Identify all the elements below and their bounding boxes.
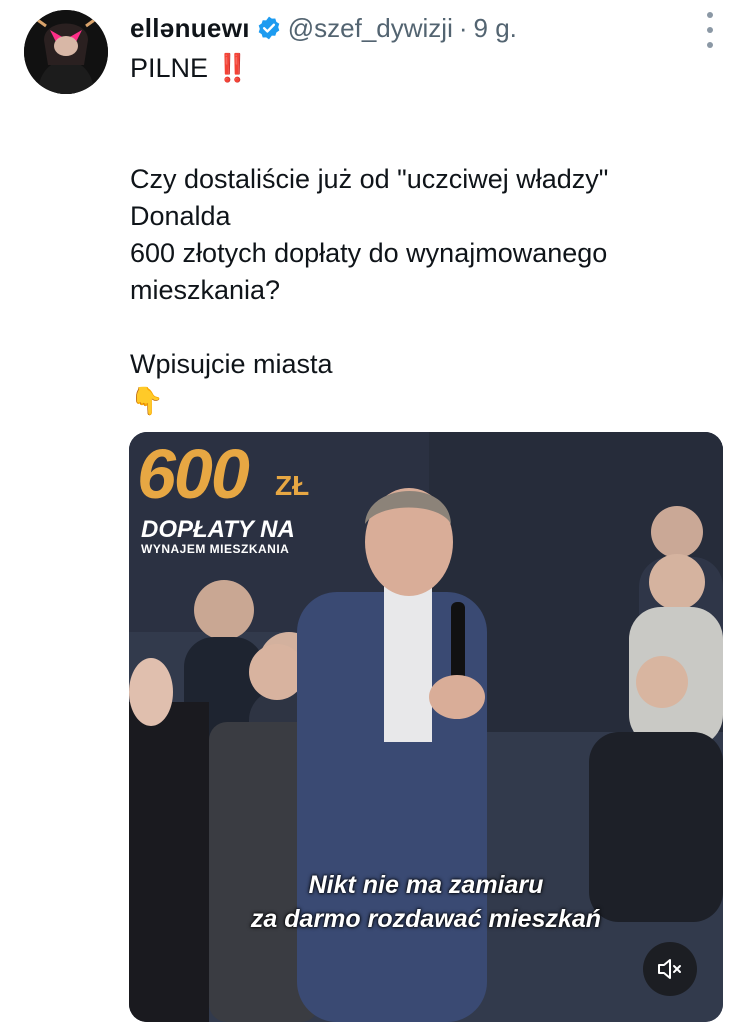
overlay-currency: ZŁ [275,470,310,501]
tweet-text-line: Wpisujcie miasta [130,349,333,379]
tweet-text: PILNE ‼️ Czy dostaliście już od "uczciwe… [130,50,730,420]
more-options-icon[interactable] [704,12,716,48]
tweet-text-blank-line [130,309,730,346]
overlay-headline: DOPŁATY NA [141,516,295,543]
tweet-text-line: mieszkania? [130,275,281,305]
avatar-image [24,10,108,94]
author-avatar[interactable] [24,10,108,94]
tweet-timestamp[interactable]: 9 g. [474,13,517,44]
tweet-text-line: Donalda [130,201,231,231]
subtitle-line-2: za darmo rozdawać mieszkań [250,905,602,933]
tweet-text-line: Czy dostaliście już od "uczciwej władzy" [130,164,609,194]
overlay-subheadline: WYNAJEM MIESZKANIA [141,542,290,556]
speaker-muted-icon [658,959,681,979]
mute-toggle-button[interactable] [643,942,697,996]
verified-badge-icon [258,16,280,40]
tweet-text-line: PILNE ‼️ [130,53,250,83]
tweet-text-line: 600 złotych dopłaty do wynajmowanego [130,238,608,268]
video-subtitle: Nikt nie ma zamiaru za darmo rozdawać mi… [129,868,723,936]
tweet-text-blank-line [130,87,730,124]
tweet-header: ellənuewı @szef_dywizji · 9 g. [130,8,728,48]
author-handle[interactable]: @szef_dywizji [288,13,453,44]
overlay-amount: 600 [137,435,250,513]
down-pointing-hand-emoji: 👇 [130,386,164,416]
header-separator: · [458,12,468,43]
author-display-name[interactable]: ellənuewı [130,13,250,44]
video-player[interactable]: 600 ZŁ DOPŁATY NA WYNAJEM MIESZKANIA Nik… [129,432,723,1022]
tweet-text-blank-line [130,124,730,161]
subtitle-line-1: Nikt nie ma zamiaru [308,871,544,899]
